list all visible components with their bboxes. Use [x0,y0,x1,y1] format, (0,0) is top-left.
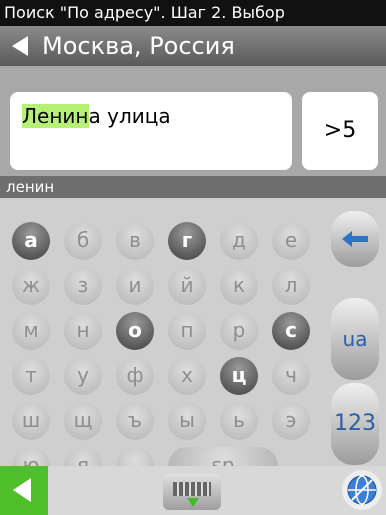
keyboard-toggle-button[interactable] [163,474,221,510]
key-ц[interactable]: ц [220,357,258,395]
numbers-key[interactable]: 123 [331,383,379,465]
key-в[interactable]: в [116,222,154,260]
key-щ[interactable]: щ [64,402,102,440]
key-с[interactable]: с [272,312,310,350]
key-о[interactable]: о [116,312,154,350]
key-д[interactable]: д [220,222,258,260]
keyboard-icon [173,482,211,496]
key-ь[interactable]: ь [220,402,258,440]
language-key[interactable]: ua [331,298,379,380]
key-г[interactable]: г [168,222,206,260]
key-ф[interactable]: ф [116,357,154,395]
chevron-down-icon [187,498,199,507]
bottom-bar [0,466,386,515]
city-selector[interactable]: Москва, Россия [0,26,386,66]
key-ш[interactable]: ш [12,402,50,440]
result-count[interactable]: >5 [302,92,378,170]
key-й[interactable]: й [168,267,206,305]
map-button[interactable] [342,470,382,510]
result-rest: а улица [88,104,171,128]
key-у[interactable]: у [64,357,102,395]
key-е[interactable]: е [272,222,310,260]
window-title: Поиск "По адресу". Шаг 2. Выбор [0,0,386,26]
key-п[interactable]: п [168,312,206,350]
key-р[interactable]: р [220,312,258,350]
key-ч[interactable]: ч [272,357,310,395]
back-icon[interactable] [12,36,28,56]
key-б[interactable]: б [64,222,102,260]
city-label: Москва, Россия [42,32,235,60]
key-ъ[interactable]: ъ [116,402,154,440]
query-text: ленин [0,176,386,198]
key-ы[interactable]: ы [168,402,206,440]
back-button[interactable] [0,466,48,515]
result-row: Ленина улица >5 [0,66,386,176]
key-э[interactable]: э [272,402,310,440]
backspace-key[interactable] [331,211,379,267]
key-х[interactable]: х [168,357,206,395]
key-к[interactable]: к [220,267,258,305]
backspace-arrow-icon [342,231,368,247]
key-ж[interactable]: ж [12,267,50,305]
key-и[interactable]: и [116,267,154,305]
key-м[interactable]: м [12,312,50,350]
result-match: Ленин [22,104,89,128]
globe-icon [347,475,377,505]
keyboard: ua 123 абвгдежзийклмнопрстуфхцчшщъыьэюя.… [0,198,386,485]
key-а[interactable]: а [12,222,50,260]
back-arrow-icon [13,478,31,502]
key-з[interactable]: з [64,267,102,305]
key-л[interactable]: л [272,267,310,305]
key-н[interactable]: н [64,312,102,350]
key-т[interactable]: т [12,357,50,395]
result-item[interactable]: Ленина улица [10,92,292,170]
result-text: Ленина улица [22,104,171,128]
